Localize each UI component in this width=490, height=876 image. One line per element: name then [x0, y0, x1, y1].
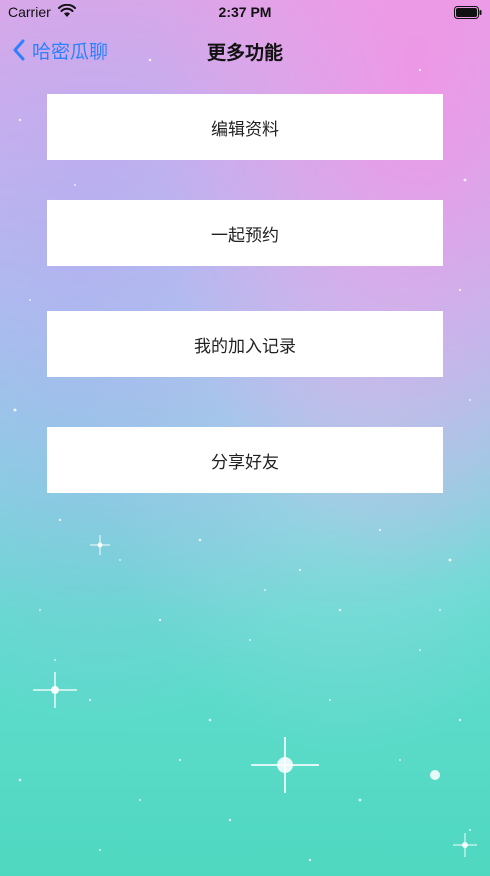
share-friends-button[interactable]: 分享好友 — [47, 427, 443, 493]
my-join-records-label: 我的加入记录 — [194, 336, 296, 357]
status-time: 2:37 PM — [218, 4, 272, 20]
edit-profile-label: 编辑资料 — [211, 119, 279, 140]
edit-profile-button[interactable]: 编辑资料 — [47, 94, 443, 160]
app-screen: Carrier 2:37 PM 哈密瓜聊 更多功能 编辑资料 一起预约 我的加入… — [0, 0, 490, 876]
battery-icon — [454, 6, 482, 23]
status-bar: Carrier 2:37 PM — [0, 0, 490, 26]
book-together-label: 一起预约 — [211, 225, 279, 246]
share-friends-label: 分享好友 — [211, 452, 279, 473]
navigation-bar: 哈密瓜聊 更多功能 — [0, 26, 490, 74]
book-together-button[interactable]: 一起预约 — [47, 200, 443, 266]
page-title: 更多功能 — [206, 42, 283, 64]
my-join-records-button[interactable]: 我的加入记录 — [47, 311, 443, 377]
